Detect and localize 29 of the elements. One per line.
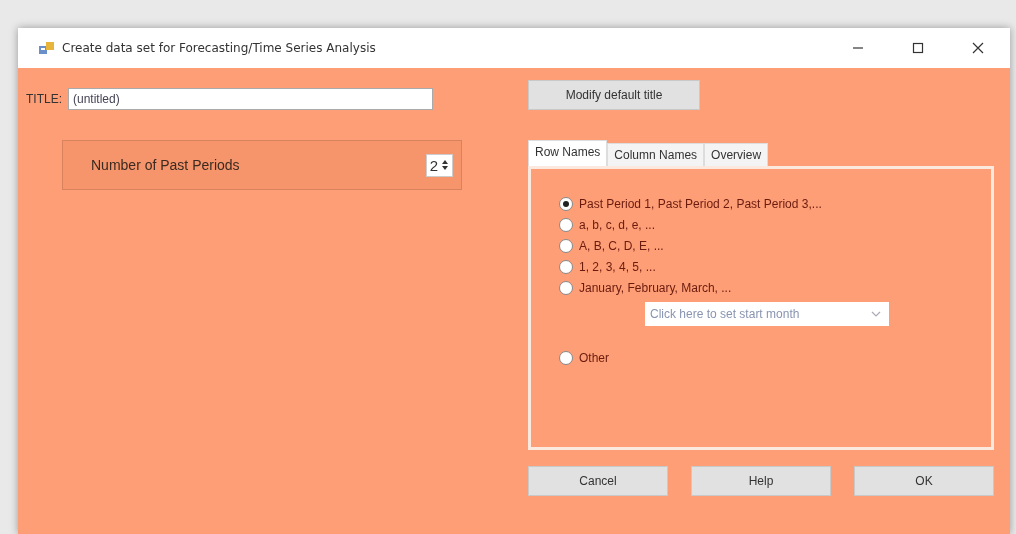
option-label[interactable]: January, February, March, ... <box>579 281 732 295</box>
periods-label: Number of Past Periods <box>91 157 240 173</box>
dialog-button[interactable]: OK <box>854 466 994 496</box>
modify-title-button[interactable]: Modify default title <box>528 80 700 110</box>
dialog-button[interactable]: Help <box>691 466 831 496</box>
radio-button[interactable] <box>559 260 573 274</box>
caret-icon[interactable] <box>871 311 881 317</box>
title-input[interactable]: (untitled) <box>68 88 433 110</box>
option-label[interactable]: Other <box>579 351 609 365</box>
spin-arrows-icon[interactable] <box>441 158 449 172</box>
close-icon[interactable] <box>972 42 984 54</box>
tab[interactable]: Column Names <box>607 143 705 166</box>
radio-button[interactable] <box>559 197 573 211</box>
tab[interactable]: Overview <box>704 143 769 166</box>
radio-button[interactable] <box>559 218 573 232</box>
periods-spinner[interactable]: 2 <box>425 153 453 177</box>
dialog-button[interactable]: Cancel <box>528 466 668 496</box>
option-label[interactable]: 1, 2, 3, 4, 5, ... <box>579 260 656 274</box>
app-icon <box>38 40 56 56</box>
title-label: TITLE: <box>26 92 62 106</box>
option-label[interactable]: Past Period 1, Past Period 2, Past Period 3,... <box>579 197 822 211</box>
maximize-icon[interactable] <box>912 42 924 54</box>
radio-button[interactable] <box>559 351 573 365</box>
option-label[interactable]: A, B, C, D, E, ... <box>579 239 664 253</box>
option-label[interactable]: a, b, c, d, e, ... <box>579 218 656 232</box>
window-title: Create data set for Forecasting/Time Series Analysis <box>62 41 376 55</box>
radio-button[interactable] <box>559 281 573 295</box>
radio-button[interactable] <box>559 239 573 253</box>
tab[interactable]: Row Names <box>528 140 608 166</box>
